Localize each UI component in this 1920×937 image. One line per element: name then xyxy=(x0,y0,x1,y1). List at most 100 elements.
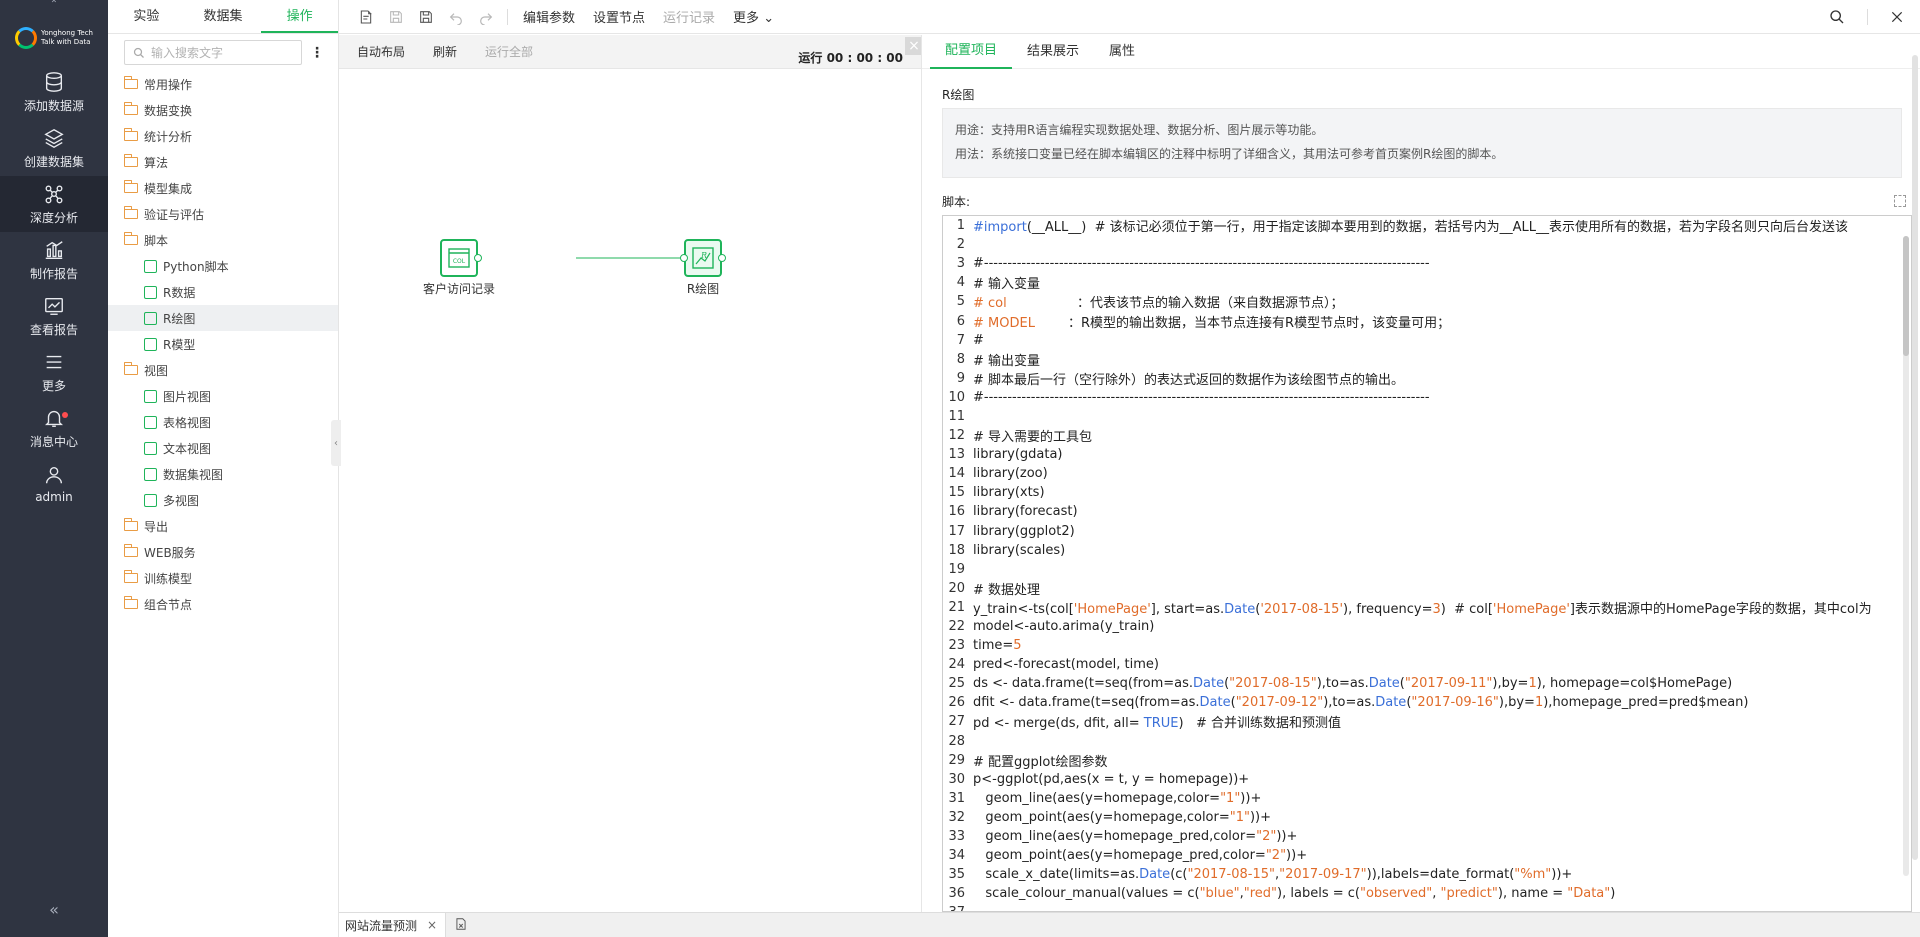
nav-item-user[interactable]: admin xyxy=(0,456,108,512)
set-node-button[interactable]: 设置节点 xyxy=(586,7,652,26)
code-line: 14 library(zoo) xyxy=(943,464,1911,483)
nav-label: 添加数据源 xyxy=(23,98,84,113)
more-options-icon[interactable]: ⋮ xyxy=(310,45,324,61)
tree-node-item[interactable]: 图片视图 xyxy=(108,383,338,409)
node-icon-text: COL xyxy=(453,258,466,265)
ops-tabs: 实验 数据集 操作 xyxy=(108,0,339,34)
tree-folder[interactable]: 视图 xyxy=(108,357,338,383)
tree-folder[interactable]: 常用操作 xyxy=(108,71,338,97)
edge-layer xyxy=(576,257,682,259)
collapse-panel-handle[interactable]: ‹ xyxy=(331,420,341,466)
tree-node-item[interactable]: 数据集视图 xyxy=(108,461,338,487)
code-line: 34 geom_point(aes(y=homepage_pred,color=… xyxy=(943,846,1911,865)
code-token: model<-auto.arima(y_train) xyxy=(973,619,1155,635)
tree-folder[interactable]: 统计分析 xyxy=(108,123,338,149)
panel-scrollbar[interactable] xyxy=(1912,55,1918,860)
nav-item-create-dataset[interactable]: 创建数据集 xyxy=(0,120,108,176)
code-text: ds <- data.frame(t=seq(from=as.Date("201… xyxy=(973,676,1732,691)
collapse-nav-icon[interactable]: « xyxy=(0,900,108,919)
nav-item-view-report[interactable]: 查看报告 xyxy=(0,288,108,344)
input-port[interactable] xyxy=(680,254,688,262)
tree-folder[interactable]: 训练模型 xyxy=(108,565,338,591)
nav-item-message-center[interactable]: 消息中心 xyxy=(0,400,108,456)
tree-item-label: 表格视图 xyxy=(163,415,212,430)
edit-params-button[interactable]: 编辑参数 xyxy=(516,7,582,26)
nav-item-add-datasource[interactable]: 添加数据源 xyxy=(0,64,108,120)
tree-folder[interactable]: 数据变换 xyxy=(108,97,338,123)
code-token: ),homepage_pred=pred$mean) xyxy=(1543,695,1749,711)
output-port[interactable] xyxy=(718,254,726,262)
tab-operations[interactable]: 操作 xyxy=(261,0,339,33)
tree-node-item[interactable]: R数据 xyxy=(108,279,338,305)
tree-item-label: 图片视图 xyxy=(163,389,212,404)
tree-node-item[interactable]: R模型 xyxy=(108,331,338,357)
code-line: 8 # 输出变量 xyxy=(943,350,1911,369)
search-icon[interactable] xyxy=(1829,9,1845,25)
tree-node-item[interactable]: Python脚本 xyxy=(108,253,338,279)
node-r-plot[interactable]: R R绘图 xyxy=(680,239,726,297)
nav-label: 深度分析 xyxy=(29,210,78,225)
code-token: library(xts) xyxy=(973,485,1045,501)
nav-item-deep-analysis[interactable]: 深度分析 xyxy=(0,176,108,232)
folder-icon xyxy=(123,570,138,583)
code-text: geom_point(aes(y=homepage,color="1"))+ xyxy=(973,810,1271,825)
tab-properties[interactable]: 属性 xyxy=(1094,36,1150,68)
toolbar-right xyxy=(1829,0,1904,34)
tab-result-display[interactable]: 结果展示 xyxy=(1012,36,1094,68)
code-token: ) # 合并训练数据和预测值 xyxy=(1178,716,1341,732)
line-number: 28 xyxy=(948,733,965,749)
experiment-canvas: 自动布局 刷新 运行全部 运行 00 : 00 : 00 × COL 客户访问记… xyxy=(339,35,923,912)
tab-config-items[interactable]: 配置项目 xyxy=(930,35,1013,69)
node-customer-visits[interactable]: COL 客户访问记录 xyxy=(423,239,495,297)
save-as-icon[interactable] xyxy=(413,4,439,30)
redo-icon[interactable] xyxy=(473,4,499,30)
more-label: 更多 xyxy=(733,11,760,26)
nav-item-more[interactable]: 更多 xyxy=(0,344,108,400)
tree-folder[interactable]: 模型集成 xyxy=(108,175,338,201)
code-line: 26 dfit <- data.frame(t=seq(from=as.Date(… xyxy=(943,693,1911,712)
new-file-icon[interactable] xyxy=(353,4,379,30)
close-tab-icon[interactable]: × xyxy=(427,918,437,932)
script-editor[interactable]: 1 #import(__ALL__) # 该标记必须位于第一行，用于指定该脚本要用… xyxy=(942,215,1912,912)
node-type-icon xyxy=(144,311,157,325)
tree-node-item[interactable]: 表格视图 xyxy=(108,409,338,435)
nav-collapse-up-icon[interactable]: ⌃ xyxy=(0,0,108,12)
line-number: 32 xyxy=(948,809,965,825)
expand-editor-icon[interactable] xyxy=(1894,195,1906,207)
tree-folder[interactable]: 验证与评估 xyxy=(108,201,338,227)
node-type-icon xyxy=(144,467,157,481)
network-icon xyxy=(45,185,63,203)
more-dropdown[interactable]: 更多 ⌄ xyxy=(726,7,781,26)
code-token: '2017-08-15' xyxy=(1260,601,1344,617)
tree-folder[interactable]: 组合节点 xyxy=(108,591,338,617)
experiment-tab[interactable]: 网站流量预测 × xyxy=(339,912,447,937)
tab-experiment[interactable]: 实验 xyxy=(108,0,185,33)
tree-node-item[interactable]: 多视图 xyxy=(108,487,338,513)
code-token: ),to=as. xyxy=(1323,695,1376,711)
save-icon[interactable] xyxy=(383,4,409,30)
code-text: geom_line(aes(y=homepage,color="1"))+ xyxy=(973,791,1261,806)
new-tab-icon[interactable] xyxy=(454,917,468,934)
output-port[interactable] xyxy=(474,254,482,262)
folder-icon xyxy=(123,206,138,219)
close-icon[interactable] xyxy=(1890,10,1904,24)
folder-icon xyxy=(123,128,138,141)
editor-scrollbar-thumb[interactable] xyxy=(1903,236,1909,356)
tree-folder[interactable]: 导出 xyxy=(108,513,338,539)
tree-item-label: R绘图 xyxy=(163,311,196,326)
code-line: 2 xyxy=(943,235,1911,254)
tree-node-item[interactable]: R绘图 xyxy=(108,305,338,331)
tree-item-label: 文本视图 xyxy=(163,441,212,456)
search-input[interactable] xyxy=(151,45,301,60)
tree-folder[interactable]: 脚本 xyxy=(108,227,338,253)
run-log-button[interactable]: 运行记录 xyxy=(656,7,722,26)
tree-node-item[interactable]: 文本视图 xyxy=(108,435,338,461)
nav-item-make-report[interactable]: 制作报告 xyxy=(0,232,108,288)
undo-icon[interactable] xyxy=(443,4,469,30)
bell-icon xyxy=(45,410,63,427)
tab-dataset[interactable]: 数据集 xyxy=(185,0,262,33)
tree-folder[interactable]: 算法 xyxy=(108,149,338,175)
code-token: # MODEL xyxy=(973,315,1035,331)
tree-folder[interactable]: WEB服务 xyxy=(108,539,338,565)
folder-icon xyxy=(123,596,138,609)
